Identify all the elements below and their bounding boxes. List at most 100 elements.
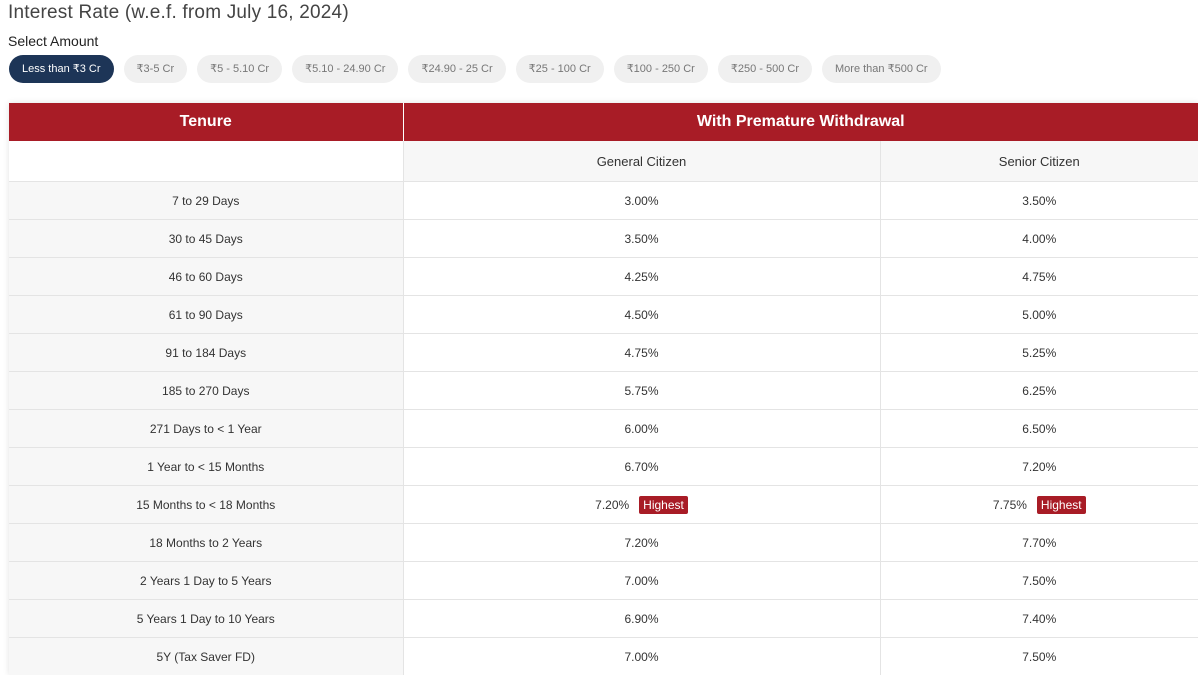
- senior-rate-value: 6.25%: [1022, 383, 1057, 398]
- general-rate-value: 4.25%: [624, 269, 659, 284]
- senior-rate-cell: 5.00%: [879, 295, 1198, 334]
- table-row: 30 to 45 Days 3.50% 4.00%: [9, 219, 1198, 258]
- general-rate-cell: 6.70%: [402, 447, 880, 486]
- tenure-cell: 30 to 45 Days: [9, 219, 403, 258]
- senior-rate-value: 7.75%: [992, 497, 1027, 512]
- amount-chip[interactable]: ₹24.90 - 25 Cr: [408, 55, 506, 83]
- general-rate-value: 6.00%: [624, 421, 659, 436]
- table-row: 18 Months to 2 Years 7.20% 7.70%: [9, 523, 1198, 562]
- general-rate-value: 5.75%: [624, 383, 659, 398]
- rate-rows: 7 to 29 Days 3.00% 3.50% 30 to 45 Days 3.50%…: [9, 181, 1198, 675]
- general-rate-value: 3.50%: [624, 231, 659, 246]
- senior-rate-value: 7.40%: [1022, 611, 1057, 626]
- senior-rate-value: 3.50%: [1022, 193, 1057, 208]
- senior-rate-cell: 5.25%: [879, 333, 1198, 372]
- tenure-cell: 46 to 60 Days: [9, 257, 403, 296]
- amount-chip[interactable]: ₹5.10 - 24.90 Cr: [292, 55, 399, 83]
- amount-chip[interactable]: ₹25 - 100 Cr: [515, 55, 604, 83]
- general-rate-value: 7.20%: [624, 535, 659, 550]
- general-rate-cell: 4.50%: [402, 295, 880, 334]
- tenure-cell: 185 to 270 Days: [9, 371, 403, 410]
- tenure-cell: 271 Days to < 1 Year: [9, 409, 403, 448]
- table-row: 61 to 90 Days 4.50% 5.00%: [9, 295, 1198, 334]
- general-rate-cell: 7.00%: [402, 637, 880, 675]
- general-citizen-header: General Citizen: [402, 141, 880, 182]
- tenure-cell: 15 Months to < 18 Months: [9, 485, 403, 524]
- tenure-cell: 2 Years 1 Day to 5 Years: [9, 561, 403, 600]
- table-row: 7 to 29 Days 3.00% 3.50%: [9, 181, 1198, 220]
- tenure-cell: 61 to 90 Days: [9, 295, 403, 334]
- table-row: 5Y (Tax Saver FD) 7.00% 7.50%: [9, 637, 1198, 675]
- tenure-cell: 18 Months to 2 Years: [9, 523, 403, 562]
- tenure-cell: 1 Year to < 15 Months: [9, 447, 403, 486]
- senior-rate-cell: 7.40%: [879, 599, 1198, 638]
- general-rate-cell: 4.75%: [402, 333, 880, 372]
- general-rate-value: 6.70%: [624, 459, 659, 474]
- highest-badge: Highest: [1036, 495, 1086, 514]
- highest-badge: Highest: [639, 495, 688, 514]
- senior-rate-value: 7.50%: [1022, 573, 1057, 588]
- senior-rate-value: 4.75%: [1022, 269, 1057, 284]
- tenure-header: Tenure: [9, 103, 403, 141]
- tenure-cell: 5Y (Tax Saver FD): [9, 637, 403, 675]
- amount-chip[interactable]: ₹3-5 Cr: [123, 55, 188, 83]
- general-rate-cell: 3.50%: [402, 219, 880, 258]
- table-row: 5 Years 1 Day to 10 Years 6.90% 7.40%: [9, 599, 1198, 638]
- amount-chip[interactable]: ₹100 - 250 Cr: [613, 55, 708, 83]
- senior-rate-cell: 6.50%: [879, 409, 1198, 448]
- general-rate-cell: 3.00%: [402, 181, 880, 220]
- senior-rate-cell: 7.50%: [879, 637, 1198, 675]
- amount-chip[interactable]: ₹5 - 5.10 Cr: [197, 55, 283, 83]
- table-row: 91 to 184 Days 4.75% 5.25%: [9, 333, 1198, 372]
- amount-chip[interactable]: More than ₹500 Cr: [822, 55, 941, 83]
- table-row: 46 to 60 Days 4.25% 4.75%: [9, 257, 1198, 296]
- amount-filter-chips: Less than ₹3 Cr ₹3-5 Cr ₹5 - 5.10 Cr ₹5.10 …: [9, 55, 941, 83]
- senior-rate-cell: 6.25%: [879, 371, 1198, 410]
- general-rate-value: 6.90%: [624, 611, 659, 626]
- senior-rate-cell: 7.70%: [879, 523, 1198, 562]
- tenure-cell: 7 to 29 Days: [9, 181, 403, 220]
- senior-rate-value: 7.50%: [1022, 649, 1057, 664]
- table-row: 15 Months to < 18 Months 7.20% Highest 7.75…: [9, 485, 1198, 524]
- table-row: 271 Days to < 1 Year 6.00% 6.50%: [9, 409, 1198, 448]
- general-rate-cell: 7.20% Highest: [402, 485, 880, 524]
- amount-chip[interactable]: Less than ₹3 Cr: [9, 55, 114, 83]
- interest-rate-table: Tenure With Premature Withdrawal General…: [9, 103, 1198, 675]
- general-rate-value: 3.00%: [624, 193, 659, 208]
- tenure-cell: 91 to 184 Days: [9, 333, 403, 372]
- senior-rate-value: 5.00%: [1022, 307, 1057, 322]
- general-rate-value: 7.00%: [624, 573, 659, 588]
- table-row: 1 Year to < 15 Months 6.70% 7.20%: [9, 447, 1198, 486]
- table-row: 2 Years 1 Day to 5 Years 7.00% 7.50%: [9, 561, 1198, 600]
- general-rate-value: 4.75%: [624, 345, 659, 360]
- premature-withdrawal-header: With Premature Withdrawal: [402, 103, 1198, 141]
- general-rate-value: 7.20%: [595, 497, 630, 512]
- general-rate-cell: 7.20%: [402, 523, 880, 562]
- tenure-cell: 5 Years 1 Day to 10 Years: [9, 599, 403, 638]
- general-rate-cell: 5.75%: [402, 371, 880, 410]
- interest-rate-table-container: Tenure With Premature Withdrawal General…: [9, 103, 1198, 675]
- table-row: 185 to 270 Days 5.75% 6.25%: [9, 371, 1198, 410]
- general-rate-value: 7.00%: [624, 649, 659, 664]
- select-amount-label: Select Amount: [8, 33, 99, 49]
- amount-chip[interactable]: ₹250 - 500 Cr: [717, 55, 812, 83]
- page-title: Interest Rate (w.e.f. from July 16, 2024…: [8, 2, 349, 23]
- senior-rate-cell: 4.00%: [879, 219, 1198, 258]
- senior-rate-value: 4.00%: [1022, 231, 1057, 246]
- senior-rate-value: 7.20%: [1022, 459, 1057, 474]
- senior-citizen-header: Senior Citizen: [879, 141, 1198, 182]
- general-rate-cell: 6.00%: [402, 409, 880, 448]
- senior-rate-value: 6.50%: [1022, 421, 1057, 436]
- general-rate-cell: 7.00%: [402, 561, 880, 600]
- senior-rate-cell: 4.75%: [879, 257, 1198, 296]
- senior-rate-cell: 3.50%: [879, 181, 1198, 220]
- senior-rate-value: 7.70%: [1022, 535, 1057, 550]
- tenure-subheader-blank: [9, 141, 403, 182]
- senior-rate-cell: 7.50%: [879, 561, 1198, 600]
- senior-rate-value: 5.25%: [1022, 345, 1057, 360]
- general-rate-cell: 6.90%: [402, 599, 880, 638]
- senior-rate-cell: 7.75% Highest: [879, 485, 1198, 524]
- general-rate-value: 4.50%: [624, 307, 659, 322]
- senior-rate-cell: 7.20%: [879, 447, 1198, 486]
- general-rate-cell: 4.25%: [402, 257, 880, 296]
